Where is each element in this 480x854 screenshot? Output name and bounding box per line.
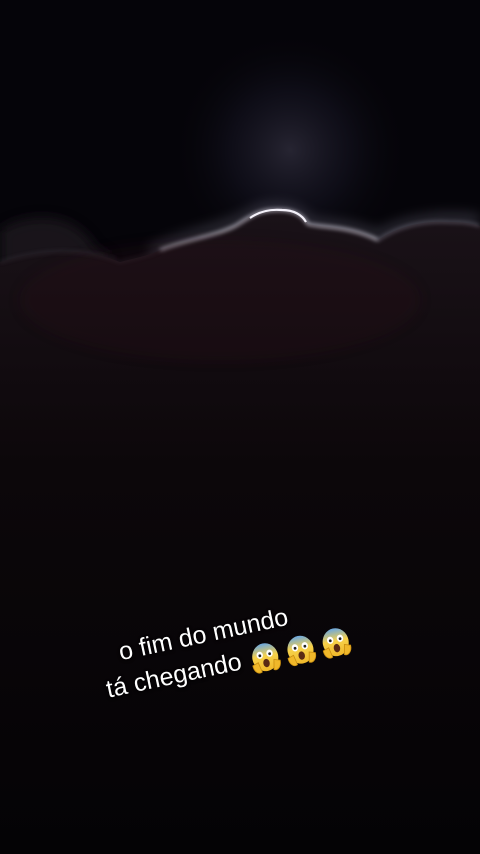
screaming-face-icon: [322, 628, 351, 659]
night-sky-photo: [0, 0, 480, 854]
photo-frame: o fim do mundo tá chegando: [0, 0, 480, 854]
screaming-face-icon: [251, 643, 281, 674]
screaming-face-icon: [287, 635, 316, 667]
